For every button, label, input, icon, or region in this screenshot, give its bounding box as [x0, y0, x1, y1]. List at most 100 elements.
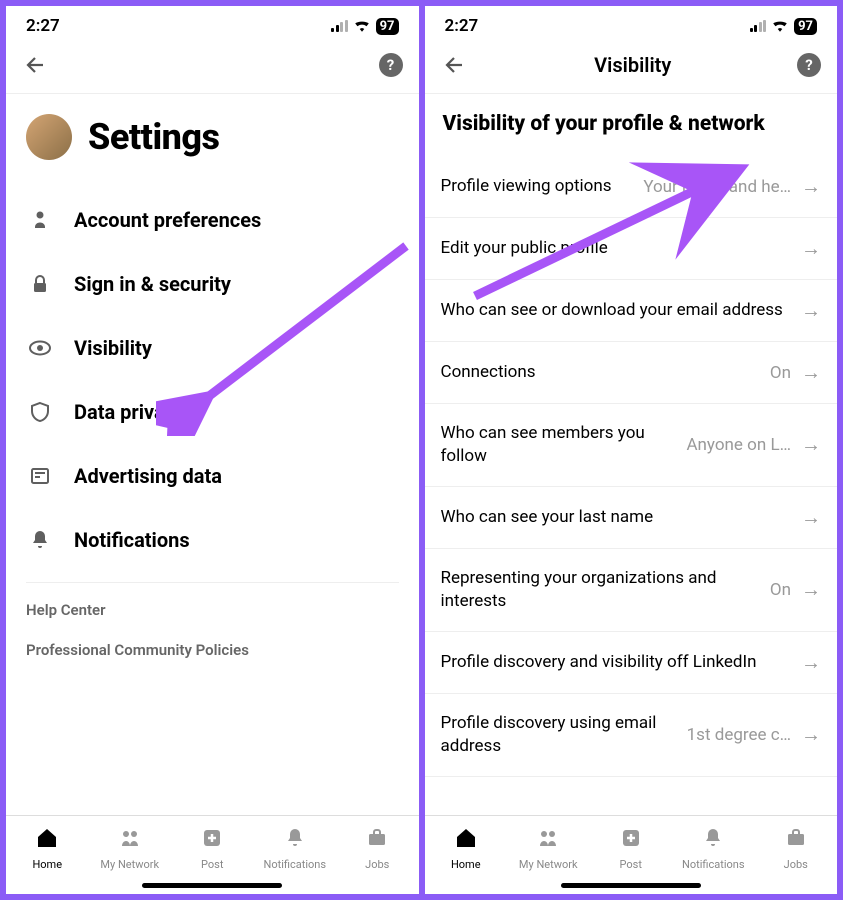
row-value: 1st degree c…: [687, 725, 791, 745]
home-indicator: [561, 883, 701, 888]
settings-item-eye[interactable]: Visibility: [6, 316, 419, 380]
chevron-right-icon: →: [801, 650, 821, 675]
chevron-right-icon: →: [801, 360, 821, 385]
nav-home[interactable]: Home: [6, 822, 89, 875]
back-button[interactable]: [441, 51, 469, 79]
nav-notifications[interactable]: Notifications: [672, 822, 755, 875]
nav-home[interactable]: Home: [425, 822, 508, 875]
chevron-right-icon: →: [801, 174, 821, 199]
help-button[interactable]: ?: [797, 53, 821, 77]
row-label: Profile discovery using email address: [441, 712, 677, 758]
wifi-icon: [771, 17, 789, 36]
nav-label: Post: [620, 858, 642, 871]
back-button[interactable]: [22, 51, 50, 79]
post-icon: [200, 826, 224, 856]
eye-icon: [28, 336, 52, 360]
signal-icon: [750, 20, 767, 32]
row-value: Your name and he…: [643, 177, 791, 197]
status-time: 2:27: [26, 16, 60, 36]
nav-label: Notifications: [682, 858, 745, 871]
visibility-row[interactable]: Representing your organizations and inte…: [425, 549, 838, 632]
nav-jobs[interactable]: Jobs: [755, 822, 838, 875]
newspaper-icon: [28, 464, 52, 488]
network-icon: [118, 826, 142, 856]
post-icon: [619, 826, 643, 856]
status-bar: 2:27 97: [6, 6, 419, 41]
nav-label: My Network: [519, 858, 578, 871]
row-value: On: [770, 580, 791, 600]
nav-my-network[interactable]: My Network: [507, 822, 590, 875]
wifi-icon: [353, 17, 371, 36]
jobs-icon: [365, 826, 389, 856]
visibility-row[interactable]: Who can see members you follow Anyone on …: [425, 404, 838, 487]
row-label: Connections: [441, 361, 760, 384]
nav-post[interactable]: Post: [171, 822, 254, 875]
visibility-content: Visibility of your profile & network Pro…: [425, 94, 838, 815]
visibility-row[interactable]: Who can see or download your email addre…: [425, 280, 838, 342]
visibility-row[interactable]: Profile discovery and visibility off Lin…: [425, 632, 838, 694]
row-label: Who can see members you follow: [441, 422, 677, 468]
nav-label: Home: [32, 858, 62, 871]
battery-indicator: 97: [794, 18, 817, 35]
settings-item-newspaper[interactable]: Advertising data: [6, 444, 419, 508]
visibility-row[interactable]: Profile discovery using email address 1st…: [425, 694, 838, 777]
row-label: Who can see or download your email addre…: [441, 299, 792, 322]
jobs-icon: [784, 826, 808, 856]
nav-title: Visibility: [469, 53, 798, 77]
nav-label: Notifications: [263, 858, 326, 871]
row-value: On: [770, 363, 791, 383]
chevron-right-icon: →: [801, 298, 821, 323]
divider: [26, 582, 399, 583]
nav-jobs[interactable]: Jobs: [336, 822, 419, 875]
row-value: Anyone on L…: [686, 435, 791, 455]
status-indicators: 97: [331, 17, 398, 36]
nav-label: Home: [451, 858, 481, 871]
chevron-right-icon: →: [801, 505, 821, 530]
visibility-row[interactable]: Edit your public profile→: [425, 218, 838, 280]
chevron-right-icon: →: [801, 722, 821, 747]
row-label: Profile viewing options: [441, 175, 634, 198]
settings-item-label: Sign in & security: [74, 272, 231, 296]
settings-item-shield[interactable]: Data privacy: [6, 380, 419, 444]
settings-item-lock[interactable]: Sign in & security: [6, 252, 419, 316]
settings-content: Settings Account preferences Sign in & se…: [6, 94, 419, 815]
battery-indicator: 97: [376, 18, 399, 35]
visibility-row[interactable]: Who can see your last name→: [425, 487, 838, 549]
help-button[interactable]: ?: [379, 53, 403, 77]
visibility-row[interactable]: Connections On →: [425, 342, 838, 404]
section-title: Visibility of your profile & network: [425, 94, 838, 156]
person-icon: [28, 208, 52, 232]
nav-label: Post: [201, 858, 223, 871]
visibility-screen: 2:27 97 Visibility ? Visibility of your …: [425, 6, 838, 894]
page-title: Settings: [88, 116, 220, 158]
nav-notifications[interactable]: Notifications: [254, 822, 337, 875]
notif-icon: [283, 826, 307, 856]
visibility-row[interactable]: Profile viewing options Your name and he……: [425, 156, 838, 218]
settings-item-label: Account preferences: [74, 208, 261, 232]
nav-label: Jobs: [365, 858, 389, 871]
bottom-nav: Home My Network Post Notifications Jobs: [425, 815, 838, 879]
avatar[interactable]: [26, 114, 72, 160]
row-label: Representing your organizations and inte…: [441, 567, 760, 613]
help-link[interactable]: Help Center: [6, 601, 419, 641]
nav-label: Jobs: [784, 858, 808, 871]
help-link[interactable]: Professional Community Policies: [6, 641, 419, 681]
notif-icon: [701, 826, 725, 856]
chevron-right-icon: →: [801, 577, 821, 602]
status-bar: 2:27 97: [425, 6, 838, 41]
network-icon: [536, 826, 560, 856]
nav-my-network[interactable]: My Network: [89, 822, 172, 875]
home-icon: [35, 826, 59, 856]
settings-item-label: Data privacy: [74, 400, 185, 424]
nav-post[interactable]: Post: [590, 822, 673, 875]
settings-title-row: Settings: [6, 94, 419, 188]
bottom-nav: Home My Network Post Notifications Jobs: [6, 815, 419, 879]
settings-item-label: Visibility: [74, 336, 152, 360]
nav-bar: Visibility ?: [425, 41, 838, 94]
home-indicator: [142, 883, 282, 888]
settings-item-bell[interactable]: Notifications: [6, 508, 419, 572]
settings-screen: 2:27 97 ? Settings Account preferences Si…: [6, 6, 419, 894]
settings-item-person[interactable]: Account preferences: [6, 188, 419, 252]
settings-item-label: Notifications: [74, 528, 190, 552]
nav-label: My Network: [100, 858, 159, 871]
